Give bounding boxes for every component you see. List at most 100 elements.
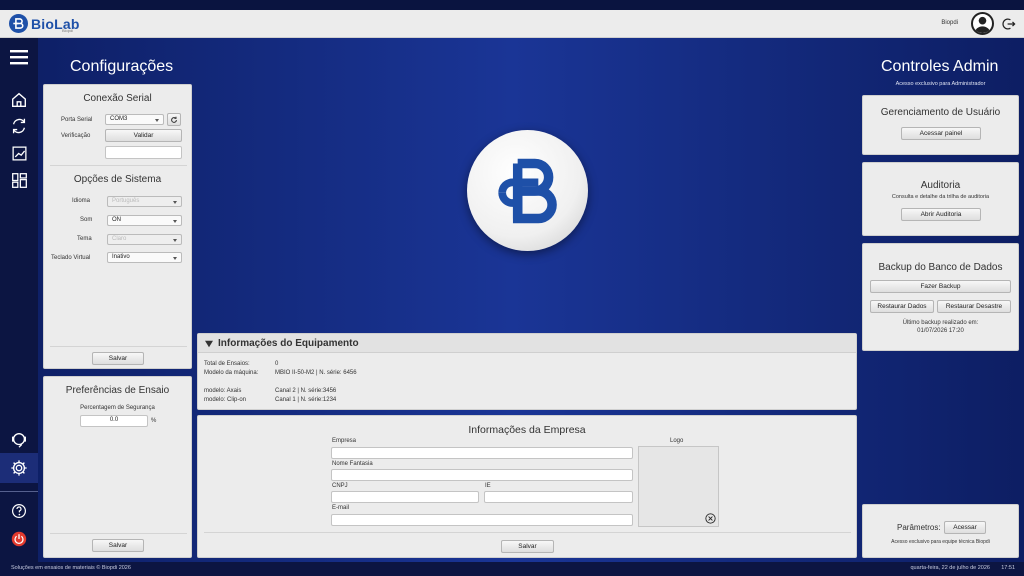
audit-title: Auditoria (920, 180, 961, 191)
sound-select[interactable]: ON (107, 215, 182, 226)
remove-logo-icon[interactable] (705, 513, 716, 524)
test-prefs-panel: Preferências de Ensaio Percentagem de Se… (43, 376, 192, 558)
save-prefs-button[interactable]: Salvar (92, 539, 144, 552)
serial-title: Conexão Serial (83, 93, 152, 104)
footer-time: 17:51 (1001, 565, 1015, 571)
sync-icon[interactable] (8, 115, 30, 137)
ie-label: IE (485, 483, 491, 489)
params-panel: Parâmetros: Acessar Acesso exclusivo par… (862, 504, 1019, 558)
user-mgmt-title: Gerenciamento de Usuário (880, 107, 1001, 118)
help-icon[interactable] (8, 500, 30, 522)
copyright-text: Soluções em ensaios de materiais © Biopd… (11, 565, 131, 571)
save-company-button[interactable]: Salvar (501, 540, 554, 553)
validate-button[interactable]: Validar (105, 129, 182, 142)
empresa-input[interactable] (331, 447, 633, 459)
axial-label: modelo: Axais (204, 388, 242, 394)
chart-icon[interactable] (8, 142, 30, 164)
safety-label: Percentagem de Segurança (80, 405, 155, 411)
sidebar-divider (0, 491, 38, 492)
params-desc: Acesso exclusivo para equipe técnica Bio… (891, 539, 990, 545)
total-tests-label: Total de Ensaios: (204, 361, 250, 367)
email-label: E-mail (332, 505, 350, 511)
config-heading: Configurações (70, 58, 174, 75)
user-mgmt-panel: Gerenciamento de Usuário Acessar painel (862, 95, 1019, 155)
company-panel: Informações da Empresa Empresa Nome Fant… (197, 415, 857, 558)
equipment-panel: Informações do Equipamento Total de Ensa… (197, 333, 857, 410)
status-bar: Soluções em ensaios de materiais © Biopd… (0, 562, 1024, 576)
settings-gear-icon[interactable] (8, 457, 30, 479)
backup-panel: Backup do Banco de Dados Fazer Backup Re… (862, 243, 1019, 351)
audit-panel: Auditoria Consulta e detalhe da trilha d… (862, 162, 1019, 236)
home-icon[interactable] (8, 89, 30, 111)
section-divider (50, 346, 187, 347)
backup-title: Backup do Banco de Dados (878, 262, 1003, 273)
top-bar: BioLab Biopdi Biopdi (0, 10, 1024, 38)
clipon-value: Canal 1 | N. série:1234 (275, 397, 337, 403)
theme-label: Tema (77, 236, 92, 242)
verification-result (105, 146, 182, 159)
brand-subtitle: Biopdi (62, 28, 74, 33)
language-label: Idioma (72, 198, 91, 204)
company-title: Informações da Empresa (468, 424, 586, 436)
clipon-label: modelo: Clip-on (204, 397, 247, 403)
logo-label: Logo (670, 438, 684, 444)
open-audit-button[interactable]: Abrir Auditoria (901, 208, 981, 221)
logout-icon[interactable] (1002, 17, 1016, 31)
last-backup-value: 01/07/2026 17:20 (917, 328, 964, 334)
sound-label: Som (80, 217, 93, 223)
section-divider (204, 532, 851, 533)
fantasia-label: Nome Fantasia (332, 461, 373, 467)
model-value: MBIO II-50-M2 | N. série: 6456 (275, 370, 357, 376)
theme-select[interactable]: Claro (107, 234, 182, 245)
language-select[interactable]: Português (107, 196, 182, 207)
equipment-title: Informações do Equipamento (218, 338, 359, 349)
make-backup-button[interactable]: Fazer Backup (870, 280, 1011, 293)
fantasia-input[interactable] (331, 469, 633, 481)
menu-icon[interactable] (8, 46, 30, 68)
safety-input[interactable]: 0.0 (80, 415, 148, 427)
email-input[interactable] (331, 514, 633, 526)
empresa-label: Empresa (332, 438, 357, 444)
admin-subtitle: Acesso exclusivo para Administrador (895, 81, 986, 87)
refresh-icon (171, 116, 177, 123)
section-divider (50, 165, 187, 166)
restore-data-button[interactable]: Restaurar Dados (870, 300, 934, 313)
axial-value: Canal 2 | N. série:3456 (275, 388, 337, 394)
footer-date: quarta-feira, 22 de julho de 2026 (910, 565, 990, 571)
refresh-ports-button[interactable] (167, 113, 181, 126)
sidebar (0, 38, 38, 562)
audit-desc: Consulta e detalhe da trilha de auditori… (891, 194, 990, 200)
center-logo-icon (467, 130, 588, 251)
last-backup-label: Último backup realizado em: (902, 320, 979, 326)
safety-unit: % (151, 418, 157, 424)
section-divider (50, 533, 187, 534)
equipment-header[interactable]: Informações do Equipamento (198, 334, 856, 353)
open-panel-button[interactable]: Acessar painel (901, 127, 981, 140)
params-access-button[interactable]: Acessar (944, 521, 986, 534)
cnpj-label: CNPJ (332, 483, 348, 489)
user-avatar-icon[interactable] (971, 12, 994, 35)
model-label: Modelo da máquina: (204, 370, 259, 376)
config-panel: Conexão Serial Porta Serial COM3 Verific… (43, 84, 192, 369)
port-label: Porta Serial (61, 117, 93, 123)
test-prefs-title: Preferências de Ensaio (65, 385, 170, 396)
cnpj-input[interactable] (331, 491, 479, 503)
params-label: Parâmetros: (897, 523, 941, 532)
save-system-button[interactable]: Salvar (92, 352, 144, 365)
power-icon[interactable] (8, 528, 30, 550)
total-tests-value: 0 (275, 361, 279, 367)
restore-disaster-button[interactable]: Restaurar Desastre (937, 300, 1011, 313)
verify-label: Verificação (61, 133, 91, 139)
port-select[interactable]: COM3 (105, 114, 164, 125)
logo-dropzone[interactable] (638, 446, 719, 527)
collapse-triangle-icon (205, 340, 213, 348)
ie-input[interactable] (484, 491, 633, 503)
user-name: Biopdi (941, 20, 958, 26)
admin-heading: Controles Admin (881, 58, 999, 75)
dashboard-icon[interactable] (8, 169, 30, 191)
biolab-logo-icon (9, 14, 28, 33)
keyboard-label: Teclado Virtual (51, 255, 91, 261)
support-icon[interactable] (8, 429, 30, 451)
window-top-strip (0, 0, 1024, 10)
keyboard-select[interactable]: Inativo (107, 252, 182, 263)
